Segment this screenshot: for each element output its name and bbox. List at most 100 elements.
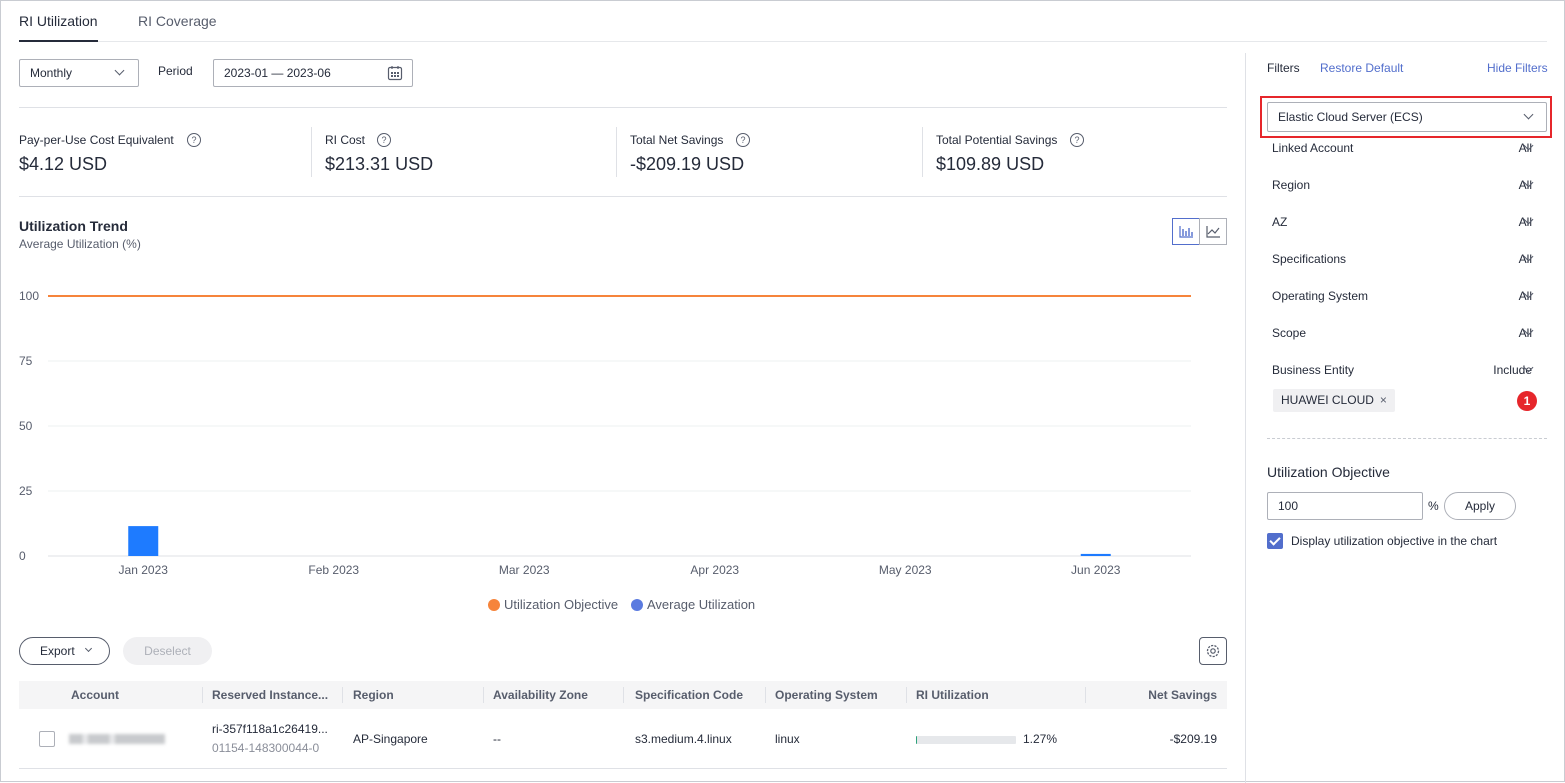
chevron-down-icon xyxy=(84,644,93,653)
filter-label: Scope xyxy=(1272,326,1307,340)
chart-title: Utilization Trend xyxy=(19,218,128,234)
y-tick-label: 0 xyxy=(19,549,26,563)
hide-filters-link[interactable]: Hide Filters xyxy=(1487,61,1548,75)
column-divider xyxy=(906,687,907,703)
bar-chart-toggle[interactable] xyxy=(1172,218,1200,245)
column-header[interactable]: Reserved Instance... xyxy=(212,681,338,709)
tab-ri-coverage[interactable]: RI Coverage xyxy=(138,13,217,29)
chevron-down-icon xyxy=(1523,109,1534,120)
net-savings-cell: -$209.19 xyxy=(1169,732,1217,746)
display-objective-checkbox[interactable] xyxy=(1267,533,1283,549)
legend-label: Utilization Objective xyxy=(504,597,619,612)
column-divider xyxy=(202,687,203,703)
column-header[interactable]: RI Utilization xyxy=(916,681,1066,709)
bar-chart-icon xyxy=(1179,226,1193,238)
panel-divider xyxy=(1245,53,1246,783)
column-divider xyxy=(1085,687,1086,703)
granularity-value: Monthly xyxy=(30,66,73,80)
row-checkbox[interactable] xyxy=(39,731,55,747)
divider xyxy=(922,127,923,177)
metric-label: Total Net Savings xyxy=(630,133,724,147)
close-icon[interactable]: × xyxy=(1380,393,1387,407)
x-tick-label: Jan 2023 xyxy=(119,563,169,577)
divider xyxy=(311,127,312,177)
display-objective-label: Display utilization objective in the cha… xyxy=(1291,534,1498,548)
metric-value: $109.89 USD xyxy=(936,154,1045,174)
bar-average-utilization xyxy=(1080,553,1111,556)
help-icon[interactable]: ? xyxy=(377,133,391,147)
dashed-divider xyxy=(1267,438,1547,439)
apply-button[interactable]: Apply xyxy=(1444,492,1516,520)
chevron-down-icon xyxy=(114,65,125,76)
filter-label: Linked Account xyxy=(1272,141,1354,155)
column-header[interactable]: Region xyxy=(353,681,473,709)
metric-value: -$209.19 USD xyxy=(630,154,745,174)
column-header[interactable]: Net Savings xyxy=(1097,681,1217,709)
table-settings-button[interactable] xyxy=(1199,637,1227,665)
gear-icon xyxy=(1206,644,1220,658)
x-tick-label: Mar 2023 xyxy=(499,563,550,577)
x-tick-label: Apr 2023 xyxy=(690,563,739,577)
filters-title: Filters xyxy=(1267,61,1300,75)
y-tick-label: 75 xyxy=(19,354,33,368)
legend-label: Average Utilization xyxy=(647,597,756,612)
divider xyxy=(19,196,1227,197)
legend-item-objective[interactable]: Utilization Objective xyxy=(488,597,618,612)
legend-item-average[interactable]: Average Utilization xyxy=(631,597,755,612)
column-divider xyxy=(483,687,484,703)
y-tick-label: 100 xyxy=(19,289,39,303)
tag-label: HUAWEI CLOUD xyxy=(1281,393,1374,407)
service-type-select[interactable]: Elastic Cloud Server (ECS) xyxy=(1267,102,1547,132)
tab-bar: RI Utilization RI Coverage xyxy=(19,1,1547,42)
column-header[interactable]: Availability Zone xyxy=(493,681,621,709)
column-header[interactable]: Operating System xyxy=(775,681,903,709)
help-icon[interactable]: ? xyxy=(1070,133,1084,147)
metric-label: RI Cost xyxy=(325,133,366,147)
spec-cell: s3.medium.4.linux xyxy=(635,732,732,746)
column-header[interactable]: Specification Code xyxy=(635,681,765,709)
x-tick-label: Feb 2023 xyxy=(308,563,359,577)
divider xyxy=(616,127,617,177)
line-chart-toggle[interactable] xyxy=(1199,218,1227,245)
export-button[interactable]: Export xyxy=(19,637,110,665)
ri-id[interactable]: ri-357f118a1c26419... xyxy=(212,722,337,736)
filter-label: Region xyxy=(1272,178,1311,192)
metric-value: $213.31 USD xyxy=(325,154,434,174)
chart-subtitle: Average Utilization (%) xyxy=(19,237,141,251)
selected-count-badge: 1 xyxy=(1517,391,1537,411)
period-value: 2023-01 — 2023-06 xyxy=(224,66,331,80)
legend-swatch xyxy=(631,598,643,611)
column-header[interactable]: Account xyxy=(71,681,191,709)
app-frame: RI Utilization RI Coverage Monthly Perio… xyxy=(0,0,1565,783)
account-redacted xyxy=(69,734,165,744)
deselect-button[interactable]: Deselect xyxy=(123,637,212,665)
utilization-cell: 1.27% xyxy=(1023,732,1058,746)
y-tick-label: 25 xyxy=(19,484,33,498)
help-icon[interactable]: ? xyxy=(736,133,750,147)
table-row: ri-357f118a1c26419... 01154-148300044-0 … xyxy=(19,709,1227,769)
granularity-select[interactable]: Monthly xyxy=(19,59,139,87)
x-tick-label: May 2023 xyxy=(879,563,932,577)
objective-input[interactable]: 100 xyxy=(1267,492,1423,520)
help-icon[interactable]: ? xyxy=(187,133,201,147)
calendar-icon xyxy=(387,66,403,81)
os-cell: linux xyxy=(775,732,800,746)
column-divider xyxy=(623,687,624,703)
utilization-progress-fill xyxy=(916,736,918,744)
percent-unit: % xyxy=(1428,499,1439,513)
az-cell: -- xyxy=(493,732,501,746)
metric-label: Total Potential Savings xyxy=(936,133,1058,147)
column-divider xyxy=(765,687,766,703)
period-date-picker[interactable]: 2023-01 — 2023-06 xyxy=(213,59,413,87)
tab-ri-utilization[interactable]: RI Utilization xyxy=(19,13,98,42)
restore-default-link[interactable]: Restore Default xyxy=(1320,61,1403,75)
filter-label: Business Entity xyxy=(1272,363,1355,377)
objective-title: Utilization Objective xyxy=(1267,464,1390,480)
region-cell: AP-Singapore xyxy=(353,732,428,746)
business-entity-tag: HUAWEI CLOUD × xyxy=(1273,389,1395,412)
divider xyxy=(19,107,1227,108)
metric-value: $4.12 USD xyxy=(19,154,108,174)
ri-order-id: 01154-148300044-0 xyxy=(212,741,320,755)
utilization-progress-bar xyxy=(916,736,1016,744)
line-chart-icon xyxy=(1206,226,1220,238)
